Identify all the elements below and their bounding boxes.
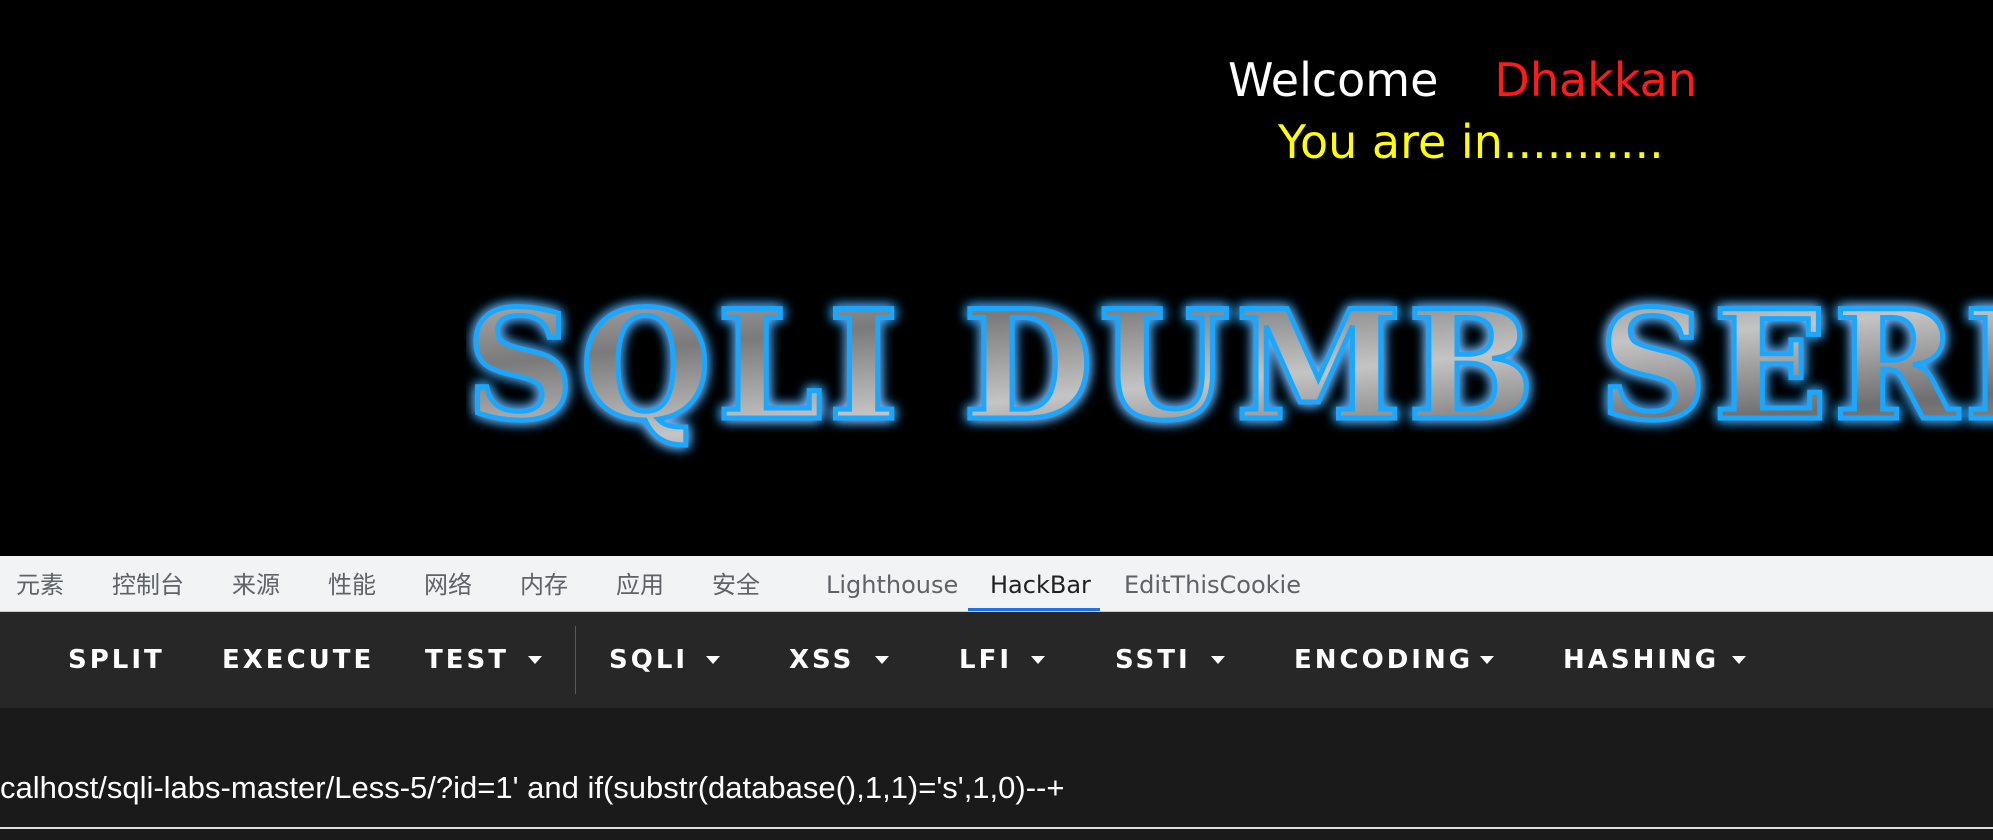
ssti-button[interactable]: SSTI bbox=[1115, 612, 1191, 708]
tab-security[interactable]: 安全 bbox=[712, 556, 760, 612]
url-input[interactable]: calhost/sqli-labs-master/Less-5/?id=1' a… bbox=[0, 768, 1993, 808]
tab-memory[interactable]: 内存 bbox=[520, 556, 568, 612]
hackbar-url-area: calhost/sqli-labs-master/Less-5/?id=1' a… bbox=[0, 708, 1993, 840]
tab-console[interactable]: 控制台 bbox=[112, 556, 184, 612]
tab-application[interactable]: 应用 bbox=[616, 556, 664, 612]
welcome-line: Welcome Dhakkan bbox=[1228, 52, 1697, 108]
tab-network[interactable]: 网络 bbox=[424, 556, 472, 612]
lfi-button[interactable]: LFI bbox=[959, 612, 1012, 708]
active-tab-indicator bbox=[968, 608, 1100, 611]
sqli-dumb-series-banner: SQLI DUMB SERIES bbox=[466, 280, 1993, 457]
encoding-button[interactable]: ENCODING bbox=[1294, 612, 1473, 708]
status-message: You are in........... bbox=[1278, 115, 1664, 169]
tab-performance[interactable]: 性能 bbox=[328, 556, 376, 612]
tab-elements[interactable]: 元素 bbox=[16, 556, 64, 612]
devtools-tab-strip: 元素 控制台 来源 性能 网络 内存 应用 安全 Lighthouse Hack… bbox=[0, 556, 1993, 612]
hashing-button[interactable]: HASHING bbox=[1563, 612, 1719, 708]
welcome-username: Dhakkan bbox=[1494, 53, 1697, 107]
xss-button[interactable]: XSS bbox=[789, 612, 854, 708]
lfi-chevron-down-icon[interactable] bbox=[1031, 656, 1045, 664]
toolbar-divider bbox=[575, 626, 576, 694]
tab-lighthouse[interactable]: Lighthouse bbox=[826, 556, 958, 612]
test-button[interactable]: TEST bbox=[425, 612, 509, 708]
split-button[interactable]: SPLIT bbox=[68, 612, 165, 708]
tab-hackbar[interactable]: HackBar bbox=[990, 556, 1091, 612]
url-input-underline bbox=[0, 827, 1993, 829]
ssti-chevron-down-icon[interactable] bbox=[1211, 656, 1225, 664]
banner-text: SQLI DUMB SERIES bbox=[466, 280, 1993, 454]
web-page-viewport: Welcome Dhakkan You are in........... SQL… bbox=[0, 0, 1993, 556]
sqli-chevron-down-icon[interactable] bbox=[706, 656, 720, 664]
sqli-button[interactable]: SQLI bbox=[609, 612, 688, 708]
hackbar-toolbar: SPLIT EXECUTE TEST SQLI XSS LFI SSTI ENC… bbox=[0, 612, 1993, 708]
test-chevron-down-icon[interactable] bbox=[528, 656, 542, 664]
tab-sources[interactable]: 来源 bbox=[232, 556, 280, 612]
hashing-chevron-down-icon[interactable] bbox=[1732, 656, 1746, 664]
execute-button[interactable]: EXECUTE bbox=[222, 612, 374, 708]
xss-chevron-down-icon[interactable] bbox=[875, 656, 889, 664]
welcome-label: Welcome bbox=[1228, 53, 1439, 107]
encoding-chevron-down-icon[interactable] bbox=[1480, 656, 1494, 664]
tab-editthiscookie[interactable]: EditThisCookie bbox=[1124, 556, 1301, 612]
